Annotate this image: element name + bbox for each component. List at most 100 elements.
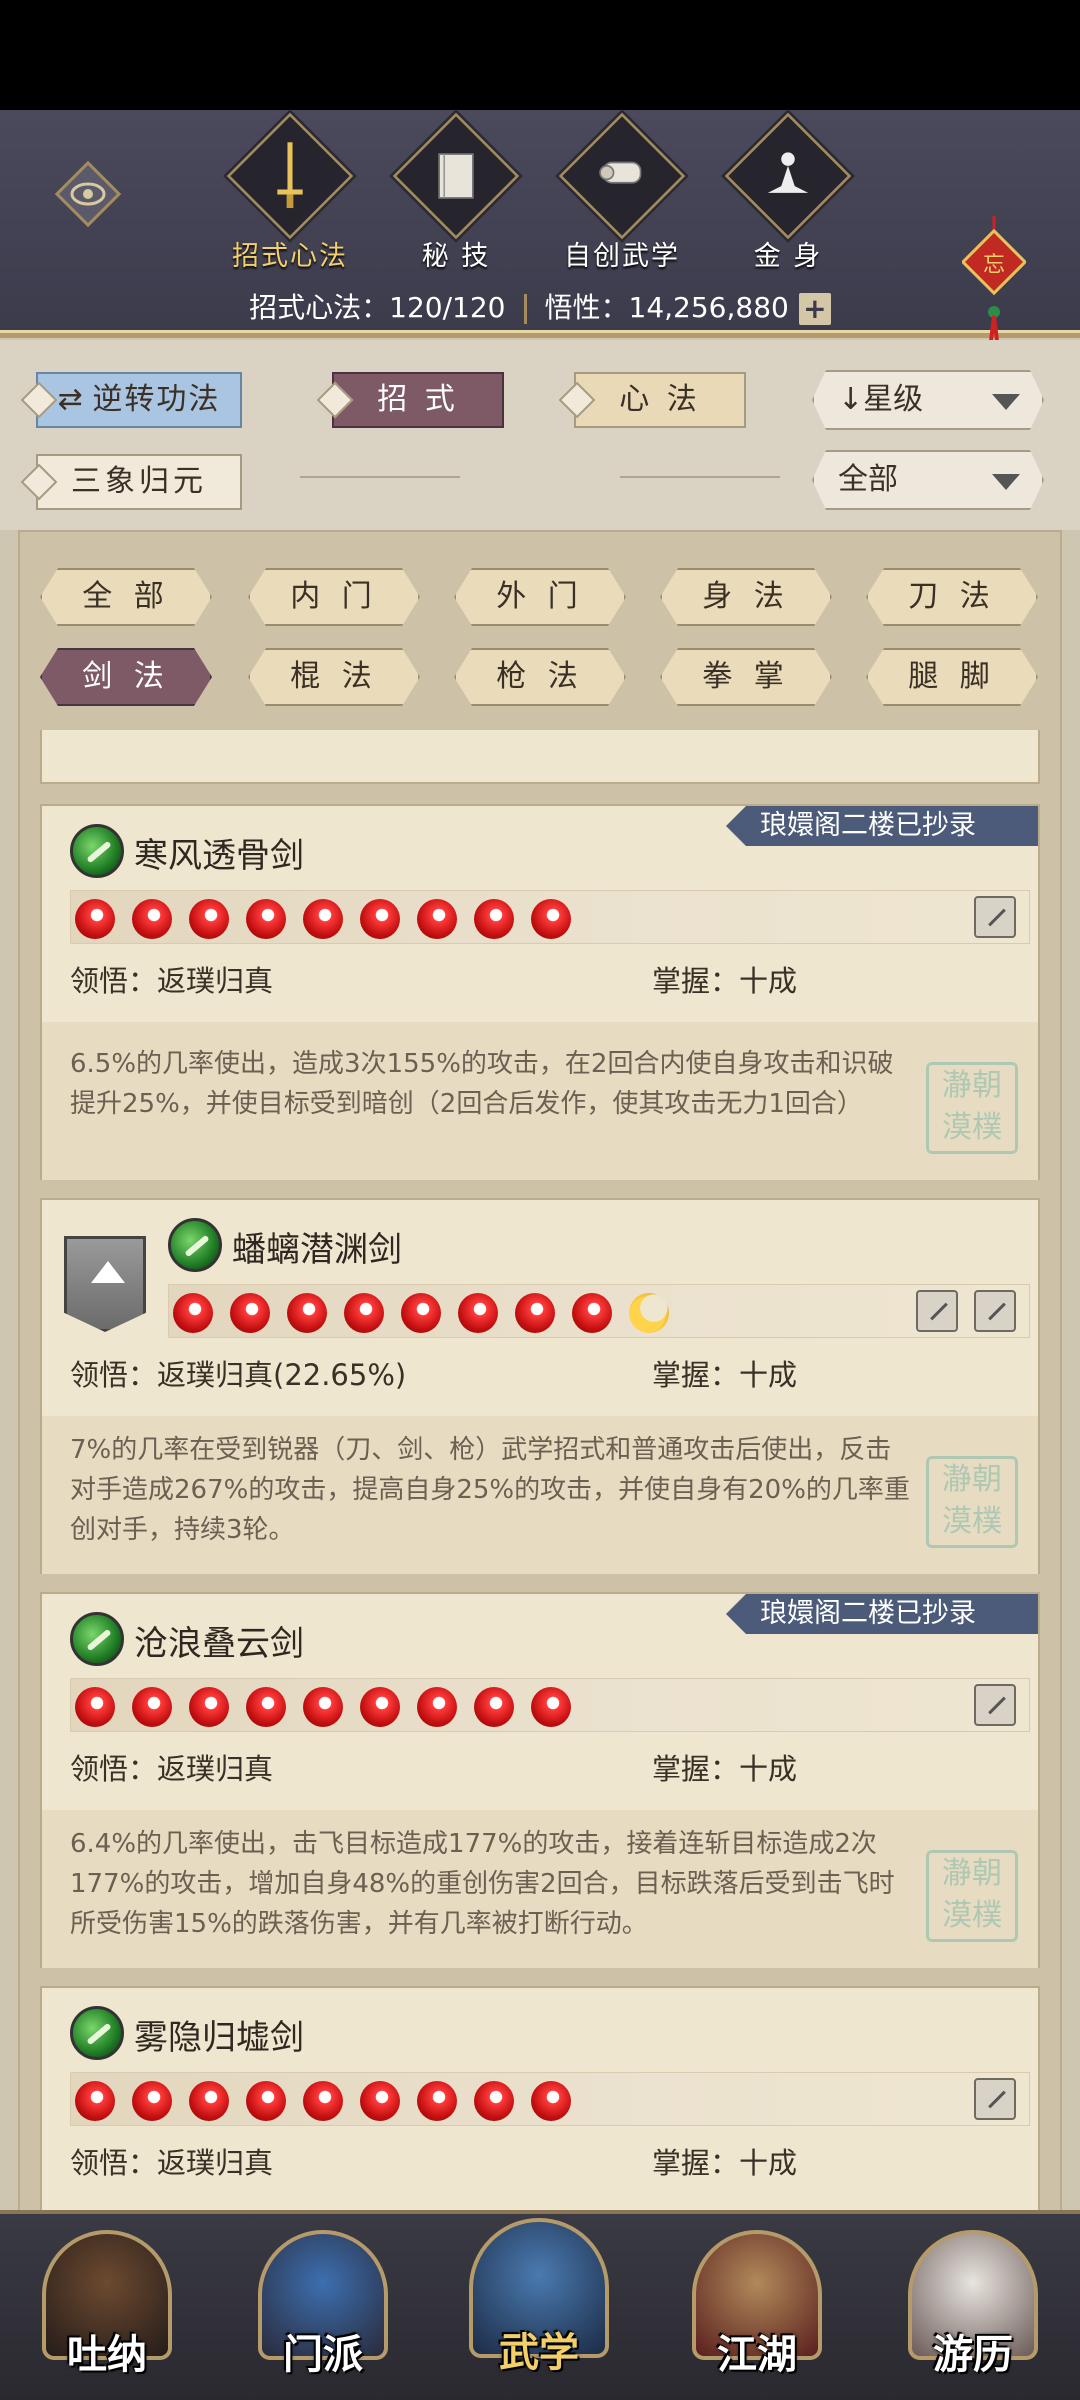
weapon-type-icon[interactable] — [916, 1290, 958, 1332]
charm-char: 忘 — [983, 253, 1005, 278]
nav-sect[interactable]: 门派 — [250, 2230, 396, 2400]
bottom-nav: 吐纳 门派 武学 江湖 游历 — [0, 2210, 1080, 2400]
tab-golden-body[interactable]: 金 身 — [718, 112, 858, 273]
skill-description-line: 6.4%的几率使出，击飞目标造成177%的攻击，接着连斩目标造成2次 — [70, 1829, 877, 1859]
category-leg[interactable]: 腿 脚 — [866, 648, 1038, 706]
upgrade-shield-icon[interactable] — [64, 1236, 146, 1332]
comprehension-label: 领悟：返璞归真(22.65%) — [70, 1358, 407, 1392]
mastery-label: 掌握：十成 — [652, 1752, 798, 1786]
star-icon — [474, 1687, 514, 1727]
tab-heart-method[interactable]: 心 法 — [560, 370, 760, 430]
star-icon — [132, 1687, 172, 1727]
comprehension-label: 领悟：返璞归真 — [70, 1752, 274, 1786]
category-outer[interactable]: 外 门 — [454, 568, 626, 626]
skill-name: 蟠螭潜渊剑 — [232, 1230, 402, 1270]
star-icon — [344, 1293, 384, 1333]
nav-travel[interactable]: 游历 — [900, 2230, 1046, 2400]
skill-description-line: 7%的几率在受到锐器（刀、剑、枪）武学招式和普通攻击后使出，反击 — [70, 1435, 892, 1465]
skill-description-line: 提升25%，并使目标受到暗创（2回合后发作，使其攻击无力1回合） — [70, 1089, 863, 1119]
tab-label: 金 身 — [753, 241, 823, 272]
category-blade[interactable]: 刀 法 — [866, 568, 1038, 626]
swap-icon: ⇄ — [57, 382, 93, 417]
star-rating — [70, 1678, 1030, 1732]
ornament-line — [300, 476, 460, 480]
sword-skill-icon — [70, 2006, 124, 2060]
skill-card[interactable]: 琅嬛阁二楼已抄录 沧浪叠云剑 领悟：返璞归真 掌握：十成 6.4%的几率使出，击… — [40, 1592, 1040, 1968]
star-icon — [417, 899, 457, 939]
tab-self-created[interactable]: 自创武学 — [552, 112, 692, 273]
sword-skill-icon — [70, 1612, 124, 1666]
reverse-technique-button[interactable]: ⇄ 逆转功法 — [22, 370, 256, 430]
add-insight-button[interactable]: + — [798, 293, 831, 325]
star-icon — [189, 1687, 229, 1727]
sword-icon — [277, 142, 303, 209]
category-movement[interactable]: 身 法 — [660, 568, 832, 626]
eye-icon[interactable] — [52, 158, 124, 230]
category-staff[interactable]: 棍 法 — [248, 648, 420, 706]
comprehension-label: 领悟：返璞归真 — [70, 2146, 274, 2180]
category-fist[interactable]: 拳 掌 — [660, 648, 832, 706]
star-rating — [70, 890, 1030, 944]
sort-dropdown[interactable]: ↓星级 — [812, 370, 1044, 430]
skill-name: 雾隐归墟剑 — [134, 2018, 304, 2058]
star-icon — [417, 2081, 457, 2121]
category-spear[interactable]: 枪 法 — [454, 648, 626, 706]
star-icon — [417, 1687, 457, 1727]
nav-jianghu[interactable]: 江湖 — [684, 2230, 830, 2400]
tab-label: 秘 技 — [421, 241, 491, 272]
weapon-type-icon[interactable] — [974, 2078, 1016, 2120]
tab-label: 招式心法 — [232, 241, 348, 272]
scroll-icon — [599, 161, 642, 184]
star-icon — [458, 1293, 498, 1333]
star-icon — [474, 899, 514, 939]
star-icon — [246, 1687, 286, 1727]
seal-stamp: 瀞朝 漠樸 — [926, 1850, 1018, 1942]
skill-description-line: 6.5%的几率使出，造成3次155%的攻击，在2回合内使自身攻击和识破 — [70, 1049, 894, 1079]
star-rating — [70, 2072, 1030, 2126]
star-icon — [360, 899, 400, 939]
skill-card-partial — [40, 730, 1040, 784]
category-sword[interactable]: 剑 法 — [40, 648, 212, 706]
weapon-type-icon[interactable] — [974, 896, 1016, 938]
skill-name: 沧浪叠云剑 — [134, 1624, 304, 1664]
nav-breathing[interactable]: 吐纳 — [34, 2230, 180, 2400]
half-star-icon — [629, 1293, 669, 1333]
category-all[interactable]: 全 部 — [40, 568, 212, 626]
tab-secret-skill[interactable]: 秘 技 — [386, 112, 526, 273]
category-inner[interactable]: 内 门 — [248, 568, 420, 626]
filter-area: ⇄ 逆转功法 招 式 心 法 ↓星级 三象归元 全部 — [0, 340, 1080, 530]
book-icon — [438, 153, 474, 199]
sword-skill-icon — [70, 824, 124, 878]
skill-card[interactable]: 蟠螭潜渊剑 领悟：返璞归真(22.65%) 掌握：十成 7%的几率在受到锐器（刀… — [40, 1198, 1040, 1574]
mastery-label: 掌握：十成 — [652, 2146, 798, 2180]
star-icon — [189, 2081, 229, 2121]
weapon-type-icon[interactable] — [974, 1684, 1016, 1726]
skill-description-line: 所受伤害15%的跌落伤害，并有几率被打断行动。 — [70, 1909, 648, 1939]
skill-card[interactable]: 雾隐归墟剑 领悟：返璞归真 掌握：十成 — [40, 1986, 1040, 2210]
tab-moves[interactable]: 招 式 — [318, 370, 518, 430]
skill-card[interactable]: 琅嬛阁二楼已抄录 寒风透骨剑 领悟：返璞归真 掌握：十成 6.5%的几率使出，造… — [40, 804, 1040, 1180]
star-icon — [246, 2081, 286, 2121]
scope-dropdown[interactable]: 全部 — [812, 450, 1044, 510]
sanxiang-button[interactable]: 三象归元 — [22, 452, 256, 512]
star-icon — [531, 899, 571, 939]
chevron-down-icon — [992, 394, 1020, 410]
star-icon — [75, 899, 115, 939]
chevron-down-icon — [992, 474, 1020, 490]
copied-badge: 琅嬛阁二楼已抄录 — [726, 806, 1038, 846]
skill-list[interactable]: 琅嬛阁二楼已抄录 寒风透骨剑 领悟：返璞归真 掌握：十成 6.5%的几率使出，造… — [40, 730, 1040, 2210]
skill-description-line: 177%的攻击，增加自身48%的重创伤害2回合，目标跌落后受到击飞时 — [70, 1869, 895, 1899]
star-icon — [75, 2081, 115, 2121]
star-icon — [360, 2081, 400, 2121]
effect-type-icon[interactable] — [974, 1290, 1016, 1332]
tab-moves-heart[interactable]: 招式心法 — [220, 112, 360, 273]
meditation-icon — [767, 152, 809, 193]
star-icon — [132, 2081, 172, 2121]
star-icon — [360, 1687, 400, 1727]
star-icon — [515, 1293, 555, 1333]
copied-badge: 琅嬛阁二楼已抄录 — [726, 1594, 1038, 1634]
star-icon — [132, 899, 172, 939]
nav-martial-arts[interactable]: 武学 — [466, 2218, 612, 2400]
insight-value: 悟性：14,256,880 — [544, 291, 789, 324]
skill-description-line: 创对手，持续3轮。 — [70, 1515, 295, 1545]
